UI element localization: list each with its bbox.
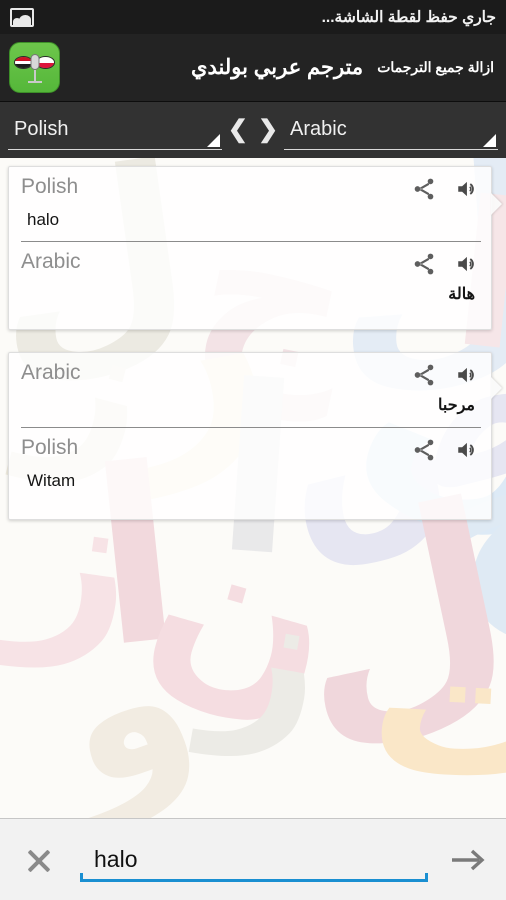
speaker-icon[interactable] (455, 176, 481, 207)
app-title: مترجم عربي بولندي (191, 56, 364, 79)
background-calligraphy-glyph: ت (363, 574, 506, 818)
translation-card[interactable]: Arabic مرحبا Polish Witam (8, 352, 502, 520)
card-notch-icon (491, 193, 502, 215)
app-bar: مترجم عربي بولندي ازالة جميع الترجمات (0, 34, 506, 102)
share-icon[interactable] (411, 251, 437, 282)
status-bar-text: جاري حفظ لقطة الشاشة... (321, 8, 497, 26)
card-target-language: Arabic (21, 250, 81, 273)
card-source-header: Arabic (21, 359, 481, 393)
card-source-language: Arabic (21, 361, 81, 384)
card-source-header: Polish (21, 173, 481, 207)
card-notch-icon (491, 377, 502, 399)
card-target-actions (411, 434, 481, 468)
dropdown-triangle-icon (483, 134, 496, 147)
input-underline (80, 872, 428, 882)
card-source-text: مرحبا (438, 397, 475, 414)
card-source-pane: Arabic مرحبا (9, 353, 491, 426)
chevron-right-icon: ❯ (258, 116, 279, 143)
chevron-left-icon: ❮ (227, 116, 248, 143)
app-root: جاري حفظ لقطة الشاشة... مترجم عربي بولند… (0, 0, 506, 900)
translation-card[interactable]: Polish halo Arabic هالة (8, 166, 502, 330)
swap-languages-button[interactable]: ❮ ❯ (222, 110, 284, 150)
target-language-label: Arabic (290, 118, 347, 140)
input-bar: halo (0, 818, 506, 900)
share-icon[interactable] (411, 176, 437, 207)
dropdown-triangle-icon (207, 134, 220, 147)
share-icon[interactable] (411, 437, 437, 468)
speaker-icon[interactable] (455, 362, 481, 393)
close-x-icon[interactable] (18, 839, 60, 881)
card-source-pane: Polish halo (9, 167, 491, 240)
card-target-pane: Arabic هالة (9, 242, 491, 315)
translation-input-value: halo (94, 846, 138, 872)
language-selector-bar: Polish ❮ ❯ Arabic (0, 102, 506, 158)
card-source-actions (411, 173, 481, 207)
card-source-text: halo (27, 210, 60, 229)
card-source-actions (411, 359, 481, 393)
card-source-language: Polish (21, 175, 79, 198)
microphone-icon (30, 54, 39, 70)
microphone-base (27, 81, 42, 83)
card-target-language: Polish (21, 436, 79, 459)
card-target-header: Polish (21, 434, 481, 468)
target-language-spinner[interactable]: Arabic (284, 110, 498, 150)
source-language-label: Polish (14, 118, 69, 140)
card-target-pane: Polish Witam (9, 428, 491, 501)
card-target-actions (411, 248, 481, 282)
speaker-icon[interactable] (455, 437, 481, 468)
clear-all-translations-button[interactable]: ازالة جميع الترجمات (377, 59, 494, 76)
app-logo-icon[interactable] (9, 42, 60, 93)
speaker-icon[interactable] (455, 251, 481, 282)
microphone-stand (33, 70, 36, 81)
card-target-text: هالة (448, 286, 475, 303)
card-target-text: Witam (27, 471, 76, 490)
card-target-header: Arabic (21, 248, 481, 282)
source-language-spinner[interactable]: Polish (8, 110, 222, 150)
share-icon[interactable] (411, 362, 437, 393)
status-bar: جاري حفظ لقطة الشاشة... (0, 0, 506, 34)
screenshot-image-icon (10, 7, 34, 27)
translation-input-field[interactable]: halo (80, 836, 428, 884)
arrow-right-icon[interactable] (446, 838, 490, 882)
